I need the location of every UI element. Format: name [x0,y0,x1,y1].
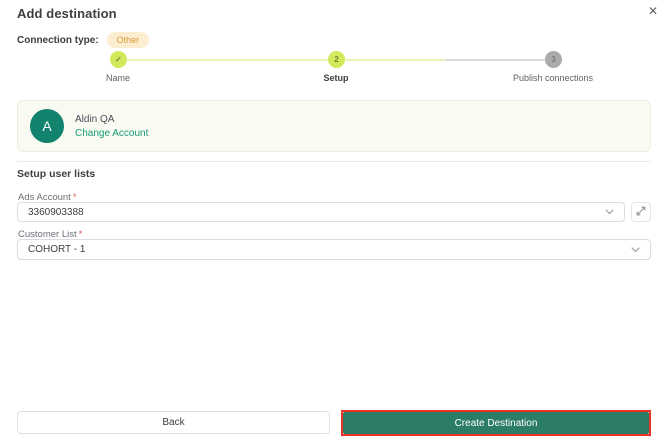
connection-type-label: Connection type: [17,34,99,46]
back-button[interactable]: Back [17,411,330,434]
annotation-highlight-box: Create Destination [341,410,651,436]
setup-user-lists-heading: Setup user lists [17,168,96,180]
section-divider [17,161,651,162]
add-destination-modal: Add destination ✕ Connection type: Other… [0,0,670,442]
stepper-line-2-3a [345,59,445,61]
account-text: Aldin QA Change Account [75,114,148,139]
close-icon[interactable]: ✕ [645,4,661,20]
page-title: Add destination [17,6,117,21]
avatar: A [30,109,64,143]
create-destination-button[interactable]: Create Destination [343,412,649,434]
customer-list-select[interactable]: COHORT - 1 [17,239,651,260]
chevron-down-icon [631,246,640,253]
step-label-name: Name [105,73,131,83]
expand-accounts-button[interactable] [631,202,651,222]
chevron-down-icon [605,209,614,215]
step-2-circle: 2 [328,51,345,68]
connection-type-badge: Other [106,32,150,48]
customer-list-value: COHORT - 1 [28,244,86,255]
step-3-circle: 3 [545,51,562,68]
stepper: ✓ 2 3 Name Setup Publish connections [17,51,653,83]
step-1-indicator: ✓ [115,55,122,64]
expand-icon [636,203,646,221]
account-card: A Aldin QA Change Account [17,100,651,152]
ads-account-value: 3360903388 [28,206,84,218]
step-1-complete-check-icon: ✓ [110,51,127,68]
step-label-setup: Setup [323,73,349,83]
change-account-link[interactable]: Change Account [75,128,148,139]
connection-type-row: Connection type: Other [17,32,150,48]
step-3-indicator: 3 [551,55,556,64]
step-label-publish-connections: Publish connections [512,73,594,83]
stepper-line-2-3b [445,59,545,61]
ads-account-select[interactable]: 3360903388 [17,202,625,222]
stepper-line-1-2 [127,59,328,61]
account-name: Aldin QA [75,113,115,125]
step-2-indicator: 2 [334,55,339,64]
